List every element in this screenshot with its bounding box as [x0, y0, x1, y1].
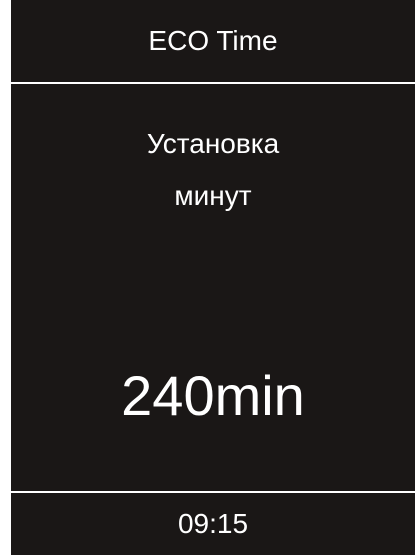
eco-time-value: 240min — [121, 364, 305, 427]
screen-title: ECO Time — [148, 25, 278, 56]
header-divider — [11, 82, 415, 84]
setting-label-line2: минут — [174, 180, 252, 211]
clock-time: 09:15 — [177, 508, 249, 539]
device-screen: ECO Time Установка минут 240min 09:15 — [11, 0, 415, 555]
setting-label-line1: Установка — [146, 128, 280, 159]
